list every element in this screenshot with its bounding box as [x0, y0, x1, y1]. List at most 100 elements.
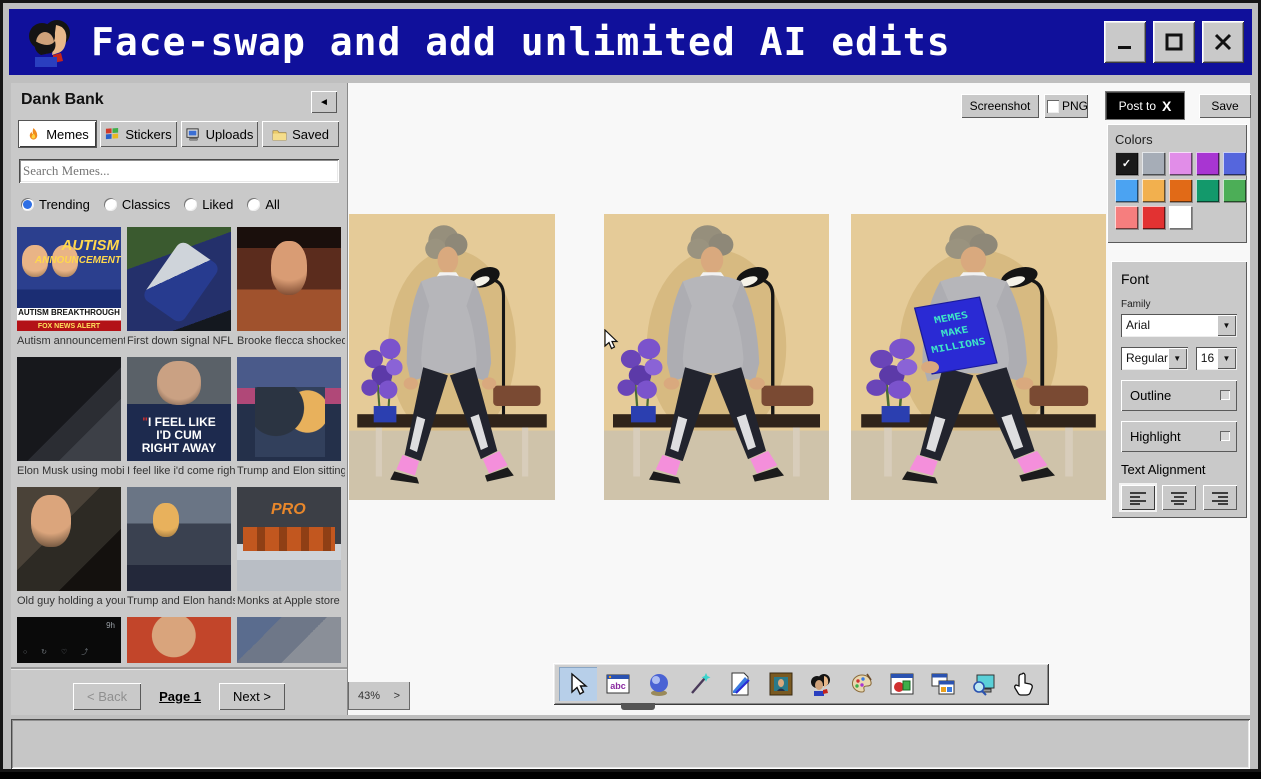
tool-computer-search[interactable]	[965, 667, 1003, 701]
search-input[interactable]	[23, 162, 327, 180]
minimize-button[interactable]	[1104, 21, 1146, 63]
chevron-down-icon[interactable]: ▼	[1168, 348, 1187, 369]
tool-picture-frame[interactable]	[762, 667, 800, 701]
align-left-button[interactable]	[1121, 485, 1155, 510]
save-button[interactable]: Save	[1199, 94, 1251, 118]
next-button[interactable]: Next >	[219, 683, 285, 710]
meme-caption: Autism announcement	[17, 335, 125, 349]
canvas-image-1[interactable]	[349, 214, 555, 500]
filter-label: Classics	[122, 197, 170, 212]
color-swatch-dodger-blue[interactable]	[1115, 179, 1138, 202]
meme-thumb-old-guy[interactable]	[17, 487, 121, 591]
tool-text[interactable]: abc	[600, 667, 638, 701]
meme-caption: Monks at Apple store	[237, 595, 345, 609]
filter-liked[interactable]: Liked	[184, 197, 233, 212]
color-swatch-gray[interactable]	[1142, 152, 1165, 175]
radio-icon	[247, 198, 260, 211]
thumb-overlay-text: AUTISM BREAKTHROUGH	[17, 308, 121, 317]
align-center-button[interactable]	[1162, 485, 1196, 510]
back-button[interactable]: < Back	[73, 683, 141, 710]
color-swatch-salmon[interactable]	[1115, 206, 1138, 229]
tool-crystal-ball[interactable]	[640, 667, 678, 701]
outline-toggle[interactable]: Outline	[1121, 380, 1237, 411]
meme-thumb-monks[interactable]: PRO	[237, 487, 341, 591]
status-bar	[11, 719, 1250, 769]
align-right-button[interactable]	[1203, 485, 1237, 510]
meme-thumb-mourinho[interactable]	[127, 617, 231, 663]
tool-magic-wand[interactable]	[681, 667, 719, 701]
tab-memes[interactable]: Memes	[19, 121, 96, 147]
filter-classics[interactable]: Classics	[104, 197, 170, 212]
radio-icon	[104, 198, 117, 211]
meme-thumb-tweet[interactable]: 9h ○ ↻ ♡ ⤴	[17, 617, 121, 663]
outline-checkbox[interactable]	[1220, 390, 1230, 400]
tool-paint-palette[interactable]	[843, 667, 881, 701]
tool-edit-document[interactable]	[721, 667, 759, 701]
radio-icon	[184, 198, 197, 211]
collapse-arrow-icon: ◄	[319, 97, 329, 108]
tab-label: Uploads	[206, 127, 254, 142]
meme-thumb-brooke[interactable]	[237, 227, 341, 331]
toolbar-drag-handle[interactable]	[621, 703, 655, 710]
filter-trending[interactable]: Trending	[21, 197, 90, 212]
color-swatch-black[interactable]: ✓	[1115, 152, 1138, 175]
color-swatch-amber[interactable]	[1142, 179, 1165, 202]
tool-image-window[interactable]	[884, 667, 922, 701]
meme-thumb-trump-elon-sitting[interactable]	[237, 357, 341, 461]
zoom-level-tab[interactable]: 43% >	[348, 682, 410, 710]
page-label[interactable]: Page 1	[159, 689, 201, 704]
meme-thumb-facepalm[interactable]	[237, 617, 341, 663]
close-button[interactable]	[1202, 21, 1244, 63]
meme-thumb-handshake[interactable]	[127, 487, 231, 591]
close-icon	[1212, 31, 1234, 53]
highlight-toggle[interactable]: Highlight	[1121, 421, 1237, 452]
tab-stickers[interactable]: Stickers	[100, 121, 177, 147]
color-swatch-orchid[interactable]	[1169, 152, 1192, 175]
color-swatch-white[interactable]	[1169, 206, 1192, 229]
screenshot-button[interactable]: Screenshot	[961, 94, 1039, 118]
photo-scene	[349, 214, 555, 500]
pagination: < Back Page 1 Next >	[11, 679, 347, 713]
canvas-image-3[interactable]: MEMES MAKE MILLIONS	[851, 214, 1106, 500]
chevron-down-icon[interactable]: ▼	[1217, 315, 1236, 336]
align-center-icon	[1170, 491, 1188, 505]
tool-face-swap[interactable]	[802, 667, 840, 701]
filter-all[interactable]: All	[247, 197, 279, 212]
color-swatch-green[interactable]	[1223, 179, 1246, 202]
color-swatch-royal-blue[interactable]	[1223, 152, 1246, 175]
png-checkbox-group[interactable]: PNG	[1044, 94, 1088, 118]
canvas-image-2[interactable]	[604, 214, 829, 500]
sidebar-collapse-button[interactable]: ◄	[311, 91, 337, 113]
maximize-button[interactable]	[1153, 21, 1195, 63]
meme-thumb-autism-announcement[interactable]: AUTISM ANNOUNCEMENT AUTISM BREAKTHROUGH …	[17, 227, 121, 331]
font-style-select[interactable]: Regular ▼	[1121, 347, 1188, 370]
tab-uploads[interactable]: Uploads	[181, 121, 258, 147]
post-to-x-button[interactable]: Post to X	[1106, 92, 1184, 119]
tool-hand-pointer[interactable]	[1005, 667, 1043, 701]
color-swatch-red[interactable]	[1142, 206, 1165, 229]
computer-icon	[186, 127, 201, 142]
meme-thumb-elon-mobile[interactable]	[17, 357, 121, 461]
highlight-label: Highlight	[1130, 429, 1181, 444]
thumb-overlay-text: FOX NEWS ALERT	[17, 323, 121, 330]
chevron-down-icon[interactable]: ▼	[1217, 348, 1236, 369]
tool-cascade-windows[interactable]	[924, 667, 962, 701]
color-swatch-purple[interactable]	[1196, 152, 1219, 175]
family-label: Family	[1121, 299, 1237, 310]
meme-caption: First down signal NFL	[127, 335, 235, 349]
png-checkbox[interactable]	[1047, 100, 1059, 113]
font-style-value: Regular	[1126, 351, 1168, 365]
meme-thumb-feel-like[interactable]: "I FEEL LIKE I'D CUM RIGHT AWAY	[127, 357, 231, 461]
font-size-value: 16	[1201, 351, 1214, 365]
tab-label: Memes	[46, 127, 89, 142]
font-family-select[interactable]: Arial ▼	[1121, 314, 1237, 337]
meme-caption: I feel like i'd come right a...	[127, 465, 235, 479]
font-size-select[interactable]: 16 ▼	[1196, 347, 1237, 370]
tool-select-cursor[interactable]	[559, 667, 597, 701]
meme-thumb-nfl[interactable]	[127, 227, 231, 331]
edit-document-icon	[727, 671, 753, 697]
highlight-checkbox[interactable]	[1220, 431, 1230, 441]
tab-saved[interactable]: Saved	[262, 121, 339, 147]
color-swatch-teal-green[interactable]	[1196, 179, 1219, 202]
color-swatch-orange[interactable]	[1169, 179, 1192, 202]
